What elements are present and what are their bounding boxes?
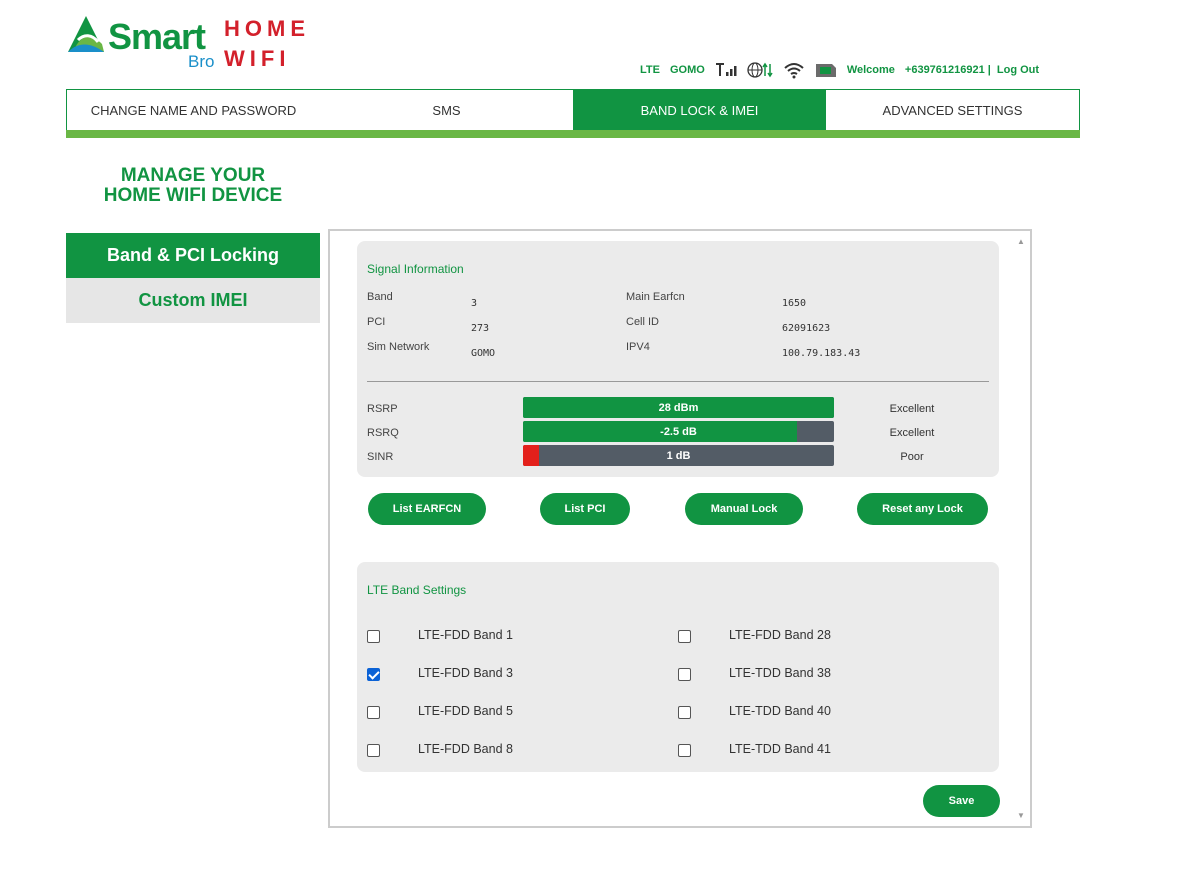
page-title-line2: HOME WIFI DEVICE <box>103 185 283 206</box>
side-item-custom-imei[interactable]: Custom IMEI <box>66 278 320 323</box>
operator-name: GOMO <box>669 64 705 76</box>
nav-underline <box>66 130 1080 138</box>
main-earfcn-value: 1650 <box>782 298 807 309</box>
sinr-value: 1 dB <box>666 449 691 462</box>
scroll-up-arrow-icon[interactable]: ▲ <box>1017 237 1025 246</box>
band-38-label: LTE-TDD Band 38 <box>729 666 831 680</box>
sim-card-icon <box>815 61 837 79</box>
rsrp-quality: Excellent <box>889 403 935 415</box>
pci-label: PCI <box>367 316 386 328</box>
lte-band-panel: LTE Band Settings LTE-FDD Band 1 LTE-FDD… <box>357 562 999 772</box>
logout-link[interactable]: Log Out <box>997 64 1039 76</box>
reset-lock-button[interactable]: Reset any Lock <box>857 493 988 525</box>
sinr-quality: Poor <box>900 451 924 463</box>
sinr-label: SINR <box>367 451 394 463</box>
band-40-checkbox[interactable] <box>678 706 691 719</box>
pci-value: 273 <box>471 323 490 334</box>
band-38-checkbox[interactable] <box>678 668 691 681</box>
divider <box>367 381 989 382</box>
smart-bro-logo: Smart Bro HOME WIFI <box>64 12 324 74</box>
top-nav: CHANGE NAME AND PASSWORD SMS BAND LOCK &… <box>66 89 1080 130</box>
list-earfcn-button[interactable]: List EARFCN <box>368 493 486 525</box>
sinr-meter: 1 dB <box>523 445 834 466</box>
wifi-icon <box>783 61 805 79</box>
band-value: 3 <box>471 298 478 309</box>
side-item-band-pci-locking[interactable]: Band & PCI Locking <box>66 233 320 278</box>
band-28-checkbox[interactable] <box>678 630 691 643</box>
rsrq-quality: Excellent <box>889 427 935 439</box>
band-5-checkbox[interactable] <box>367 706 380 719</box>
band-8-label: LTE-FDD Band 8 <box>418 742 513 756</box>
sim-network-label: Sim Network <box>367 341 430 353</box>
band-8-checkbox[interactable] <box>367 744 380 757</box>
band-5-label: LTE-FDD Band 5 <box>418 704 513 718</box>
band-28-label: LTE-FDD Band 28 <box>729 628 831 642</box>
page-title-line1: MANAGE YOUR <box>120 165 266 186</box>
cell-id-value: 62091623 <box>782 323 831 334</box>
content-frame: Signal Information Band 3 PCI 273 Sim Ne… <box>328 229 1032 828</box>
save-button[interactable]: Save <box>923 785 1000 817</box>
page-title: MANAGE YOUR HOME WIFI DEVICE <box>66 166 320 206</box>
tab-sms[interactable]: SMS <box>320 90 573 130</box>
logo-wifi-text: WIFI <box>224 46 291 71</box>
main-earfcn-label: Main Earfcn <box>626 291 685 303</box>
phone-number: +639761216921 | <box>904 64 991 76</box>
sim-network-value: GOMO <box>471 348 496 359</box>
tab-band-lock-imei[interactable]: BAND LOCK & IMEI <box>573 90 826 130</box>
rsrq-label: RSRQ <box>367 427 399 439</box>
band-41-checkbox[interactable] <box>678 744 691 757</box>
rsrp-meter: 28 dBm <box>523 397 834 418</box>
cell-id-label: Cell ID <box>626 316 660 328</box>
band-label: Band <box>367 291 393 303</box>
band-40-label: LTE-TDD Band 40 <box>729 704 831 718</box>
globe-updown-icon <box>747 61 773 79</box>
logo-bro-text: Bro <box>188 52 215 71</box>
signal-info-title: Signal Information <box>367 262 464 276</box>
band-3-label: LTE-FDD Band 3 <box>418 666 513 680</box>
signal-info-panel: Signal Information Band 3 PCI 273 Sim Ne… <box>357 241 999 477</box>
rsrp-value: 28 dBm <box>658 401 699 414</box>
ipv4-label: IPV4 <box>626 341 650 353</box>
rsrp-label: RSRP <box>367 403 398 415</box>
manual-lock-button[interactable]: Manual Lock <box>685 493 803 525</box>
signal-bars-icon <box>715 61 737 79</box>
band-41-label: LTE-TDD Band 41 <box>729 742 831 756</box>
tab-advanced-settings[interactable]: ADVANCED SETTINGS <box>826 90 1079 130</box>
rsrq-meter: -2.5 dB <box>523 421 834 442</box>
band-3-checkbox[interactable] <box>367 668 380 681</box>
network-type: LTE <box>640 64 660 76</box>
rsrq-value: -2.5 dB <box>660 425 697 438</box>
scrollbar[interactable]: ▲ ▼ <box>1012 231 1030 826</box>
logo-home-text: HOME <box>224 16 310 41</box>
side-menu: Band & PCI Locking Custom IMEI <box>66 233 320 323</box>
status-bar: LTE GOMO Welcome +639761216921 | Log Out <box>640 58 1049 82</box>
list-pci-button[interactable]: List PCI <box>540 493 630 525</box>
smart-logo-mark-icon <box>68 16 104 52</box>
lte-band-title: LTE Band Settings <box>367 583 467 597</box>
scroll-down-arrow-icon[interactable]: ▼ <box>1017 811 1025 820</box>
welcome-text: Welcome <box>846 64 895 76</box>
band-1-label: LTE-FDD Band 1 <box>418 628 513 642</box>
ipv4-value: 100.79.183.43 <box>782 348 861 359</box>
tab-change-name-password[interactable]: CHANGE NAME AND PASSWORD <box>67 90 320 130</box>
band-1-checkbox[interactable] <box>367 630 380 643</box>
